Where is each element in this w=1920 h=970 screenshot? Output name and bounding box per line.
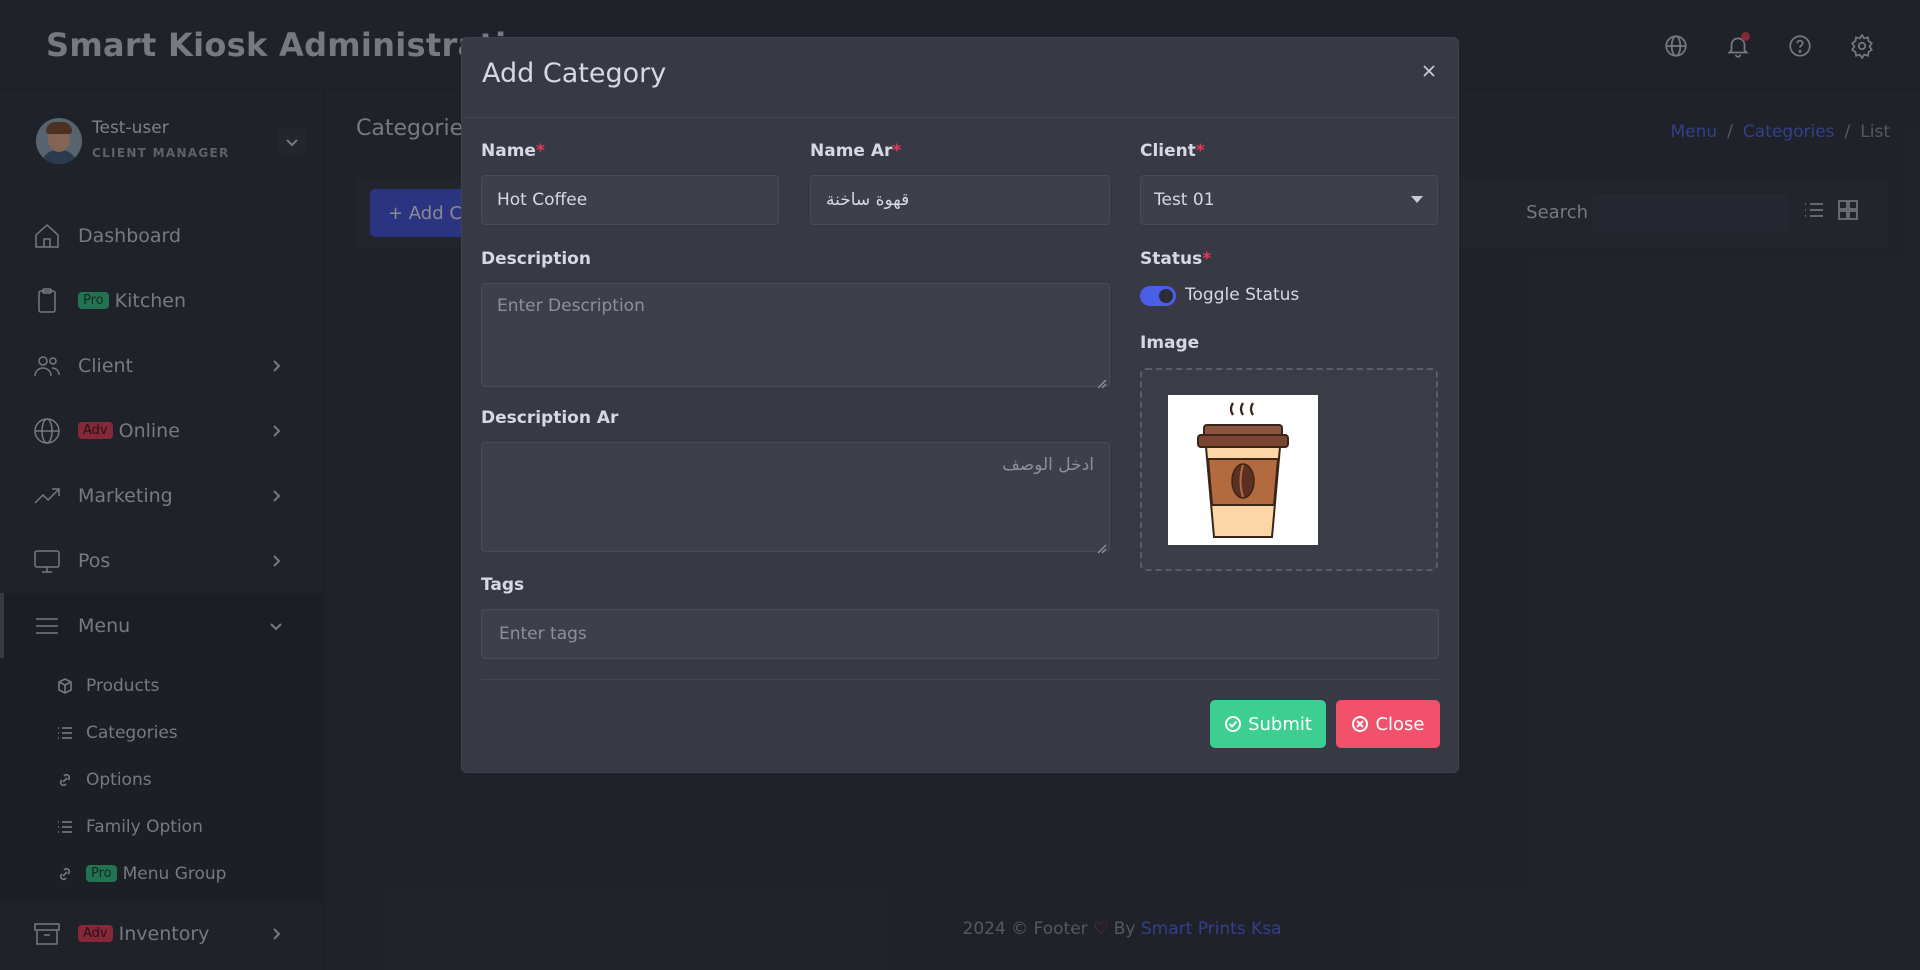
submit-label: Submit [1248, 713, 1312, 735]
description-ar-label: Description Ar [481, 408, 619, 428]
image-label: Image [1140, 333, 1200, 353]
client-select-value: Test 01 [1154, 190, 1215, 210]
caret-down-icon [1411, 196, 1423, 203]
name-ar-label: Name Ar* [810, 141, 902, 161]
description-ar-placeholder: ادخل الوصف [1002, 455, 1094, 475]
modal-title: Add Category [482, 58, 667, 89]
modal-divider [481, 679, 1439, 680]
toggle-status-label: Toggle Status [1185, 285, 1300, 305]
description-label: Description [481, 249, 591, 269]
toggle-knob [1159, 289, 1173, 303]
name-label: Name* [481, 141, 545, 161]
name-ar-field[interactable]: قهوة ساخنة [810, 175, 1110, 225]
image-dropzone[interactable] [1140, 368, 1438, 571]
status-label: Status* [1140, 249, 1212, 269]
image-preview[interactable] [1168, 395, 1318, 545]
client-label: Client* [1140, 141, 1205, 161]
client-select[interactable]: Test 01 [1140, 175, 1438, 225]
tags-label: Tags [481, 575, 525, 595]
coffee-cup-icon [1197, 402, 1289, 538]
close-button[interactable]: Close [1336, 700, 1440, 748]
close-icon[interactable] [1418, 60, 1440, 82]
resize-handle-icon[interactable] [1097, 374, 1107, 389]
tags-input[interactable]: Enter tags [481, 609, 1439, 659]
status-toggle[interactable] [1140, 286, 1176, 306]
modal-header: Add Category [462, 38, 1458, 118]
check-circle-icon [1225, 716, 1242, 732]
x-circle-icon [1352, 716, 1369, 732]
submit-button[interactable]: Submit [1210, 700, 1326, 748]
description-textarea[interactable]: Enter Description [481, 283, 1110, 389]
add-category-modal: Add Category Name* Hot Coffee Name Ar* ق… [461, 37, 1459, 773]
description-placeholder: Enter Description [497, 296, 645, 316]
description-ar-textarea[interactable]: ادخل الوصف [481, 442, 1110, 554]
resize-handle-icon[interactable] [1097, 539, 1107, 554]
close-label: Close [1375, 713, 1425, 735]
name-field[interactable]: Hot Coffee [481, 175, 779, 225]
tags-placeholder: Enter tags [499, 624, 587, 644]
